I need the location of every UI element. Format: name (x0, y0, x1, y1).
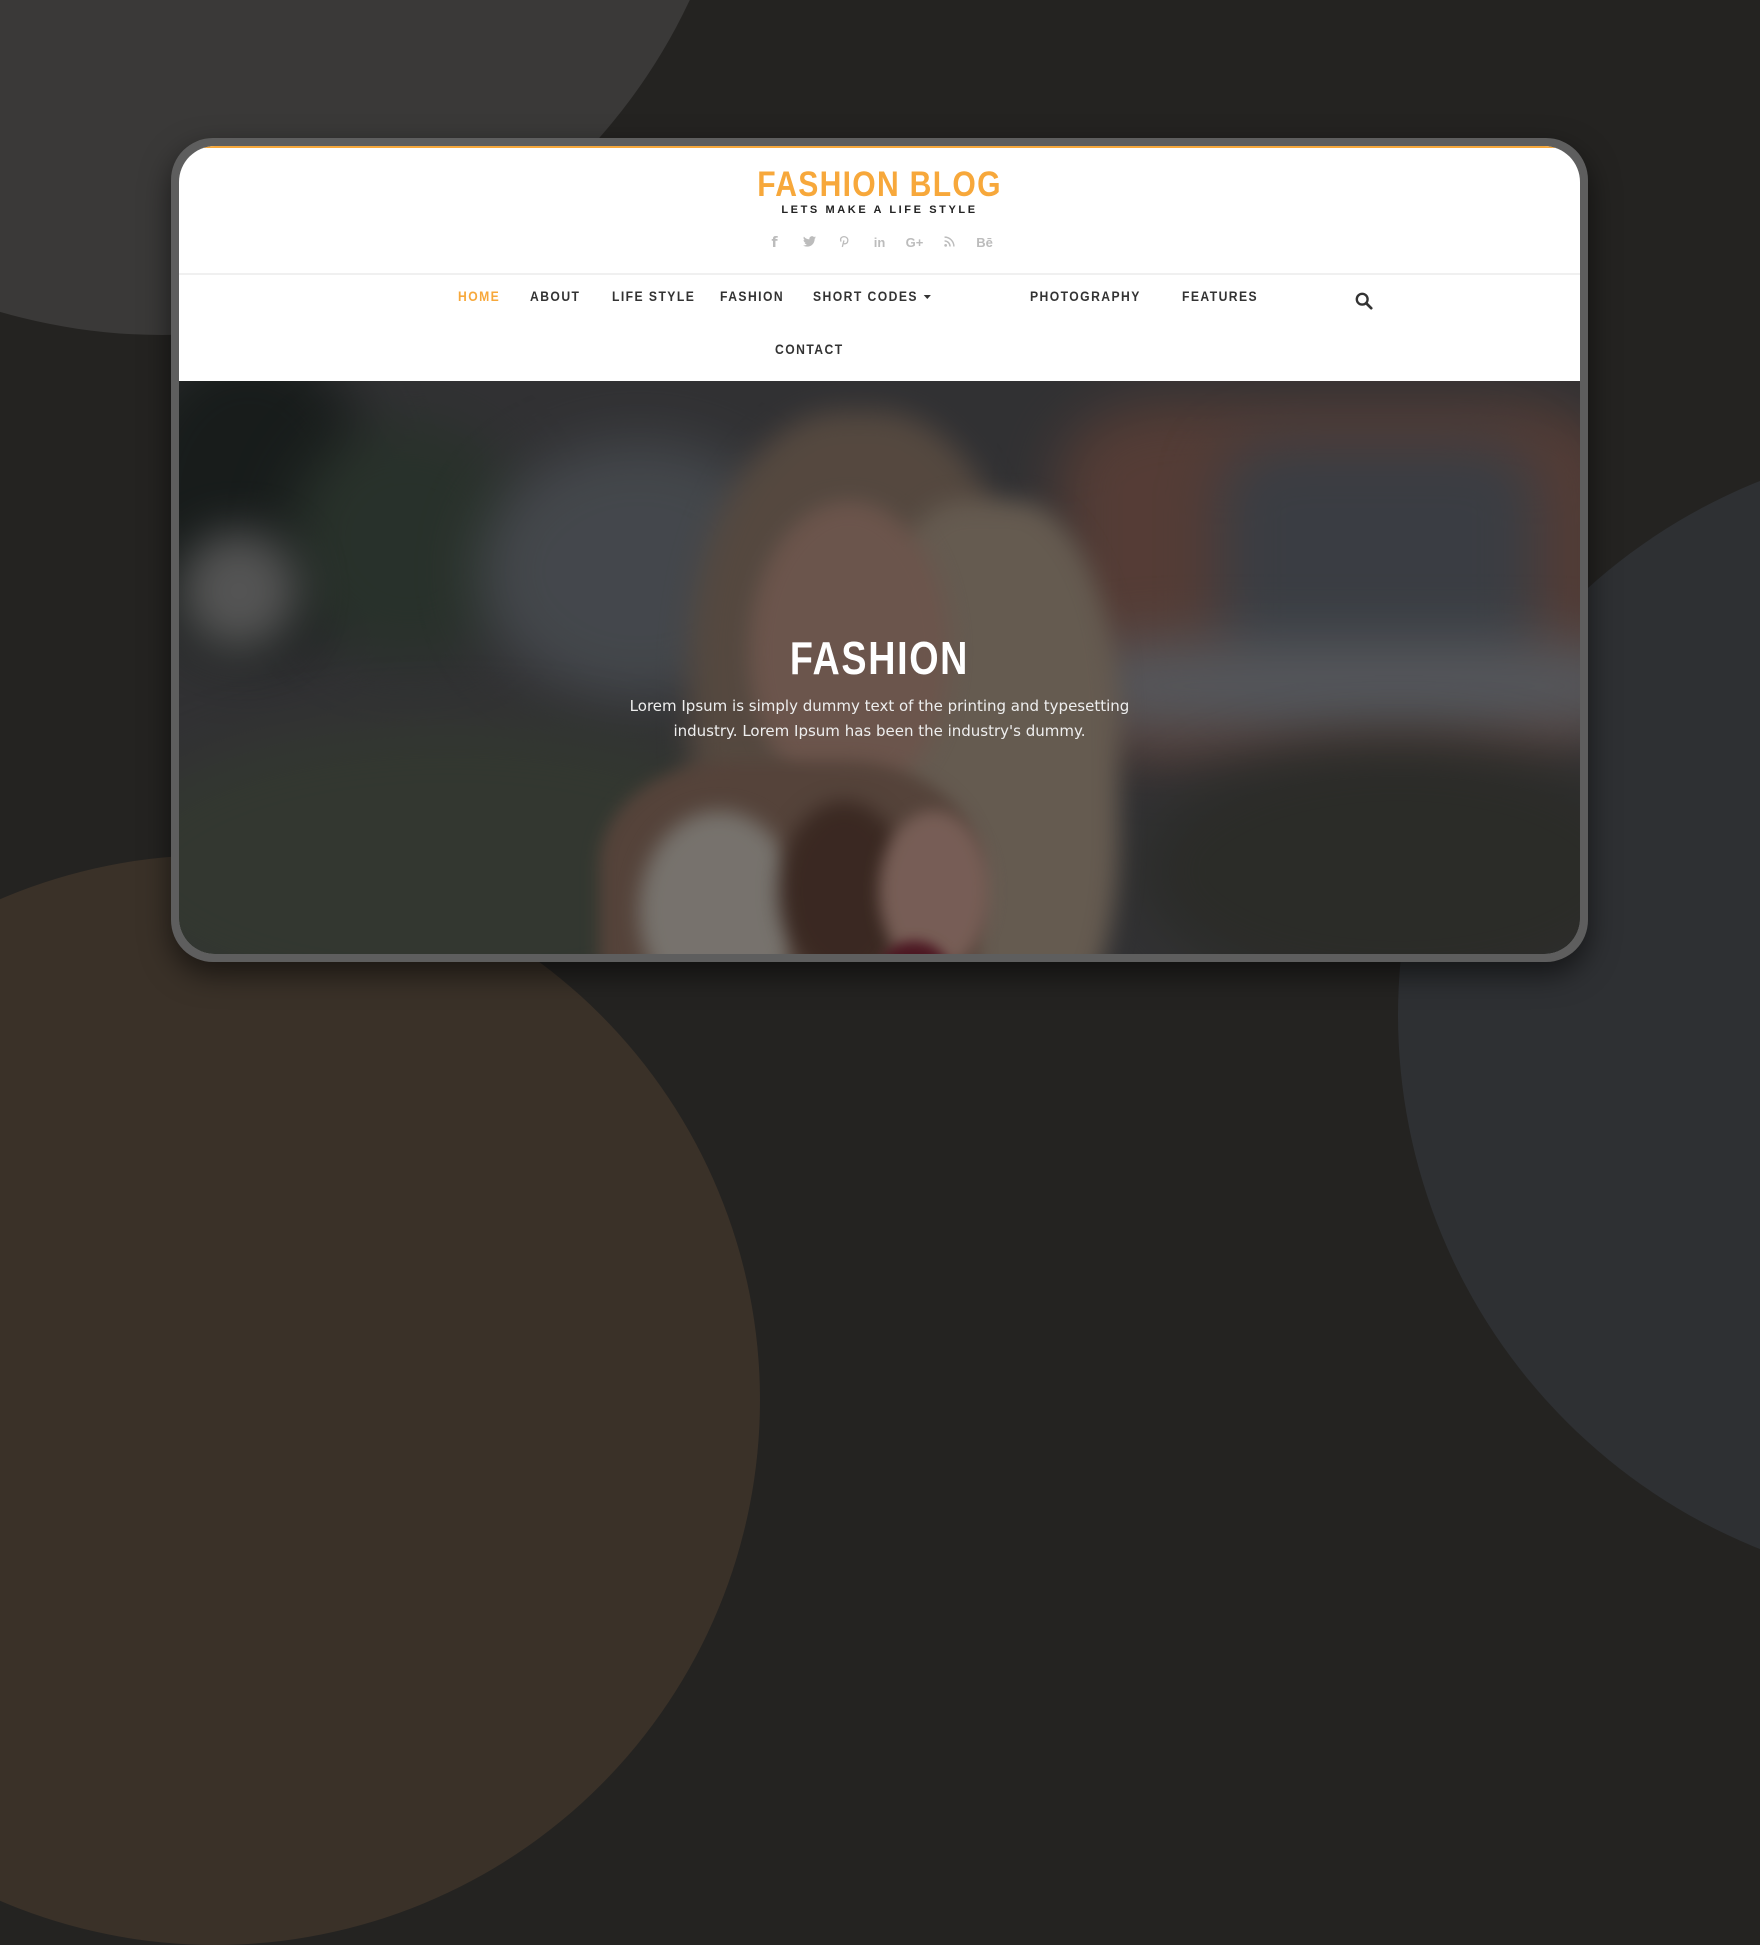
website-screen: FASHION BLOG LETS MAKE A LIFE STYLE f in… (179, 146, 1580, 954)
device-frame: FASHION BLOG LETS MAKE A LIFE STYLE f in… (171, 138, 1588, 962)
hero-description-line: industry. Lorem Ipsum has been the indus… (673, 722, 1086, 740)
main-navigation: HOME ABOUT LIFE STYLE FASHION SHORT CODE… (179, 275, 1580, 381)
hero-description-line: Lorem Ipsum is simply dummy text of the … (629, 697, 1130, 715)
site-tagline: LETS MAKE A LIFE STYLE (781, 204, 978, 216)
nav-item-features[interactable]: FEATURES (1182, 289, 1258, 304)
nav-item-about[interactable]: ABOUT (530, 289, 580, 304)
background-shape (0, 855, 760, 1945)
nav-item-short-codes[interactable]: SHORT CODES (813, 289, 931, 304)
twitter-icon[interactable] (792, 235, 827, 251)
chevron-down-icon (923, 295, 931, 300)
rss-icon[interactable] (932, 235, 967, 251)
nav-item-fashion[interactable]: FASHION (720, 289, 784, 304)
behance-icon[interactable]: Bē (967, 235, 1002, 251)
facebook-icon[interactable]: f (757, 235, 792, 251)
social-links: f in G+ Bē (179, 235, 1580, 251)
linkedin-icon[interactable]: in (862, 235, 897, 251)
pinterest-icon[interactable] (827, 235, 862, 251)
nav-item-home[interactable]: HOME (458, 289, 500, 304)
hero-title: FASHION (789, 632, 970, 684)
hero-banner: FASHION Lorem Ipsum is simply dummy text… (179, 381, 1580, 954)
nav-item-contact[interactable]: CONTACT (775, 342, 844, 357)
site-header: FASHION BLOG LETS MAKE A LIFE STYLE f in… (179, 146, 1580, 273)
nav-item-life-style[interactable]: LIFE STYLE (612, 289, 695, 304)
nav-item-photography[interactable]: PHOTOGRAPHY (1030, 289, 1141, 304)
nav-item-short-codes-label: SHORT CODES (813, 289, 918, 304)
hero-description: Lorem Ipsum is simply dummy text of the … (179, 694, 1580, 744)
google-plus-icon[interactable]: G+ (897, 235, 932, 251)
site-logo[interactable]: FASHION BLOG (277, 165, 1482, 205)
search-icon[interactable] (1355, 292, 1373, 310)
